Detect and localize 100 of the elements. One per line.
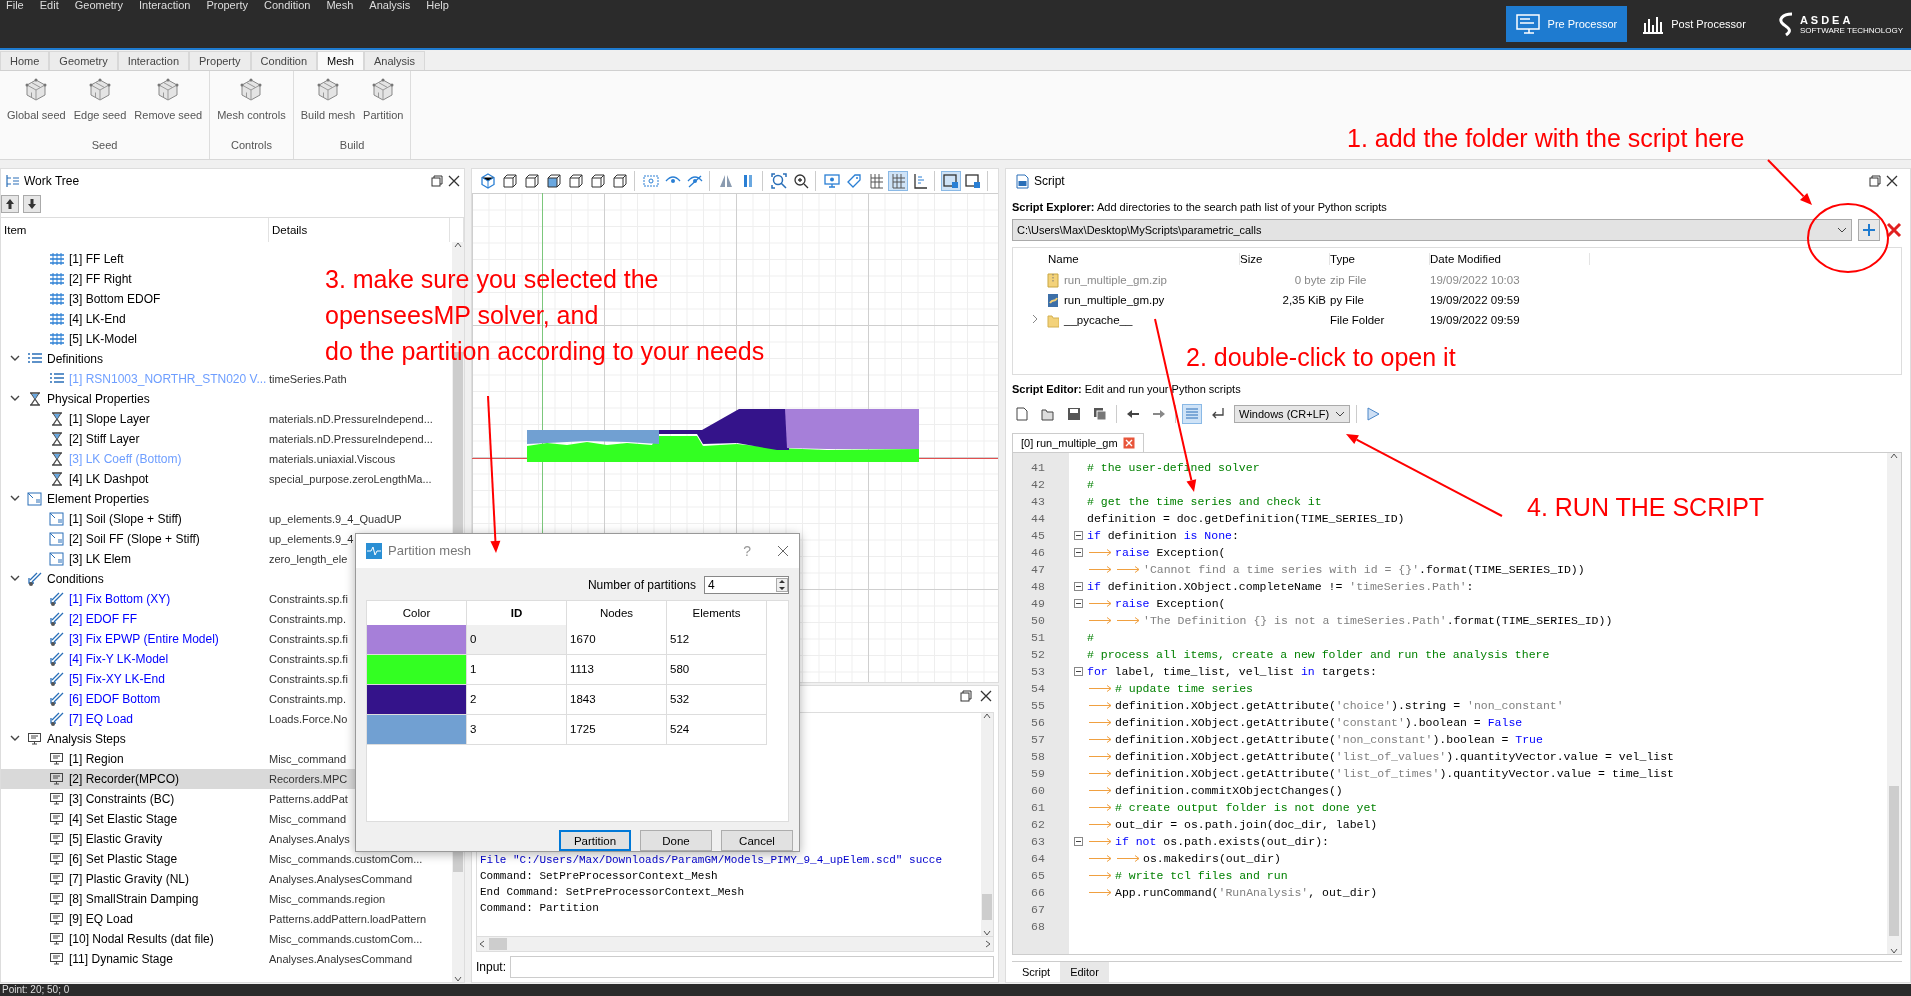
file-type: zip File <box>1330 274 1368 286</box>
table-cell: 1725 <box>567 714 667 745</box>
table-cell: 524 <box>667 714 767 745</box>
details-text: Recorders.MPC <box>269 773 348 785</box>
line-number: 43 <box>1030 494 1046 510</box>
code-line: # update time series <box>1087 680 1254 697</box>
line-number: 46 <box>1030 545 1046 561</box>
line-number: 61 <box>1030 800 1046 816</box>
code-line: definition.commitXObjectChanges() <box>1087 782 1343 799</box>
annotation-text: 3. make sure you selected the <box>325 264 659 295</box>
line-number: 42 <box>1030 477 1046 493</box>
file-name: run_multiple_gm.zip <box>1064 274 1167 286</box>
details-text: zero_length_ele <box>269 553 348 565</box>
line-number: 47 <box>1030 562 1046 578</box>
code-line: # write tcl files and run <box>1087 867 1288 884</box>
hint-text: Script Explorer: Add directories to the search path list of your Python scripts <box>1012 201 1388 213</box>
table-cell: 580 <box>667 654 767 685</box>
console-line: Command: Partition <box>480 901 600 916</box>
line-number: 64 <box>1030 851 1046 867</box>
column-header: Elements <box>667 600 767 625</box>
code-line: if definition is None: <box>1087 528 1239 544</box>
file-size: 2,35 KiB <box>1282 294 1326 306</box>
line-number: 65 <box>1030 868 1046 884</box>
annotation-text: 2. double-click to open it <box>1186 342 1456 373</box>
line-number: 54 <box>1030 681 1046 697</box>
code-line: # create output folder is not done yet <box>1087 799 1378 816</box>
details-text: Misc_command <box>269 813 347 825</box>
group-label: Seed <box>91 139 118 151</box>
code-line: 'The Definition {} is not a timeSeries.Path'.format(TIME_SERIES_ID)) <box>1087 612 1613 629</box>
field-label: Number of partitions <box>587 577 696 592</box>
code-line: 'Cannot find a time series with id = {}'.format(TIME_SERIES_ID)) <box>1087 561 1585 578</box>
file-type: py File <box>1330 294 1365 306</box>
details-text: special_purpose.zeroLengthMa... <box>269 473 432 485</box>
details-text: Misc_commands.customCom... <box>269 933 423 945</box>
details-text: up_elements.9_4 <box>269 533 354 545</box>
group-label: Build <box>339 139 365 151</box>
column-header: Name <box>1048 253 1240 265</box>
code-line: raise Exception( <box>1087 595 1226 612</box>
details-text: Patterns.addPattern.loadPattern <box>269 913 427 925</box>
line-number: 55 <box>1030 698 1046 714</box>
file-name: run_multiple_gm.py <box>1064 294 1165 306</box>
line-number: 52 <box>1030 647 1046 663</box>
line-number: 44 <box>1030 511 1046 527</box>
file-date: 19/09/2022 10:03 <box>1430 274 1521 286</box>
details-text: Constraints.sp.fi <box>269 653 348 665</box>
column-header: Date Modified <box>1430 253 1590 265</box>
details-text: Constraints.sp.fi <box>269 593 348 605</box>
logo-tagline: SOFTWARE TECHNOLOGY <box>1799 25 1903 35</box>
code-line: out_dir = os.path.join(doc_dir, label) <box>1087 816 1378 833</box>
details-text: materials.uniaxial.Viscous <box>269 453 396 465</box>
details-text: Patterns.addPat <box>269 793 348 805</box>
column-header: Nodes <box>567 600 667 625</box>
details-text: Misc_commands.customCom... <box>269 853 423 865</box>
line-number: 58 <box>1030 749 1046 765</box>
line-number: 48 <box>1030 579 1046 595</box>
code-line: # <box>1087 630 1094 646</box>
group-label: Controls <box>230 139 272 151</box>
table-cell: 1113 <box>567 654 667 685</box>
code-line: os.makedirs(out_dir) <box>1087 850 1282 867</box>
file-type: File Folder <box>1330 314 1386 326</box>
line-number: 68 <box>1030 919 1046 935</box>
details-text: Loads.Force.No <box>269 713 348 725</box>
console-line: Command: SetPreProcessorContext_Mesh <box>480 869 719 884</box>
code-line: definition.XObject.getAttribute('non_constant').boolean = True <box>1087 731 1543 748</box>
details-text: Constraints.mp. <box>269 613 347 625</box>
code-line: for label, time_list, vel_list in targets: <box>1087 664 1377 680</box>
line-number: 59 <box>1030 766 1046 782</box>
line-number: 49 <box>1030 596 1046 612</box>
line-number: 63 <box>1030 834 1046 850</box>
details-text: Misc_commands.region <box>269 893 386 905</box>
code-line: if not os.path.exists(out_dir): <box>1087 833 1329 850</box>
line-number: 57 <box>1030 732 1046 748</box>
hint-text: Script Editor: Edit and run your Python scripts <box>1012 383 1242 395</box>
code-line: # process all items, create a new folder and run the analysis there <box>1087 647 1550 663</box>
annotation-text: do the partition according to your needs <box>325 336 765 367</box>
code-line: definition.XObject.getAttribute('constant').boolean = False <box>1087 714 1523 731</box>
details-text: Analyses.Analys <box>269 833 350 845</box>
line-number: 60 <box>1030 783 1046 799</box>
file-name: __pycache__ <box>1064 314 1133 326</box>
column-header: Size <box>1240 253 1330 265</box>
code-line: definition = doc.getDefinition(TIME_SERIES_ID) <box>1087 511 1405 527</box>
line-number: 53 <box>1030 664 1046 680</box>
code-line: definition.XObject.getAttribute('list_of_values').quantityVector.value = vel_list <box>1087 748 1674 765</box>
file-date: 19/09/2022 09:59 <box>1430 314 1521 326</box>
status-text: Point: 20; 50; 0 <box>0 984 1911 996</box>
console-line: File "C:/Users/Max/Downloads/ParamGM/Models_PIMY_9_4_upElem.scd" succe <box>480 853 944 868</box>
line-number: 51 <box>1030 630 1046 646</box>
line-number: 50 <box>1030 613 1046 629</box>
line-number: 45 <box>1030 528 1046 544</box>
table-cell: 512 <box>667 624 767 655</box>
details-text: timeSeries.Path <box>269 373 347 385</box>
details-text: Analyses.AnalysesCommand <box>269 953 413 965</box>
line-number: 67 <box>1030 902 1046 918</box>
panel-title: Work Tree <box>24 174 80 188</box>
annotation-text: openseesMP solver, and <box>325 300 599 331</box>
panel-title: Script <box>1034 174 1065 188</box>
line-number: 66 <box>1030 885 1046 901</box>
annotation-text: 1. add the folder with the script here <box>1347 123 1745 154</box>
line-number: 41 <box>1030 460 1046 476</box>
code-line: definition.XObject.getAttribute('list_of_times').quantityVector.value = time_list <box>1087 765 1674 782</box>
